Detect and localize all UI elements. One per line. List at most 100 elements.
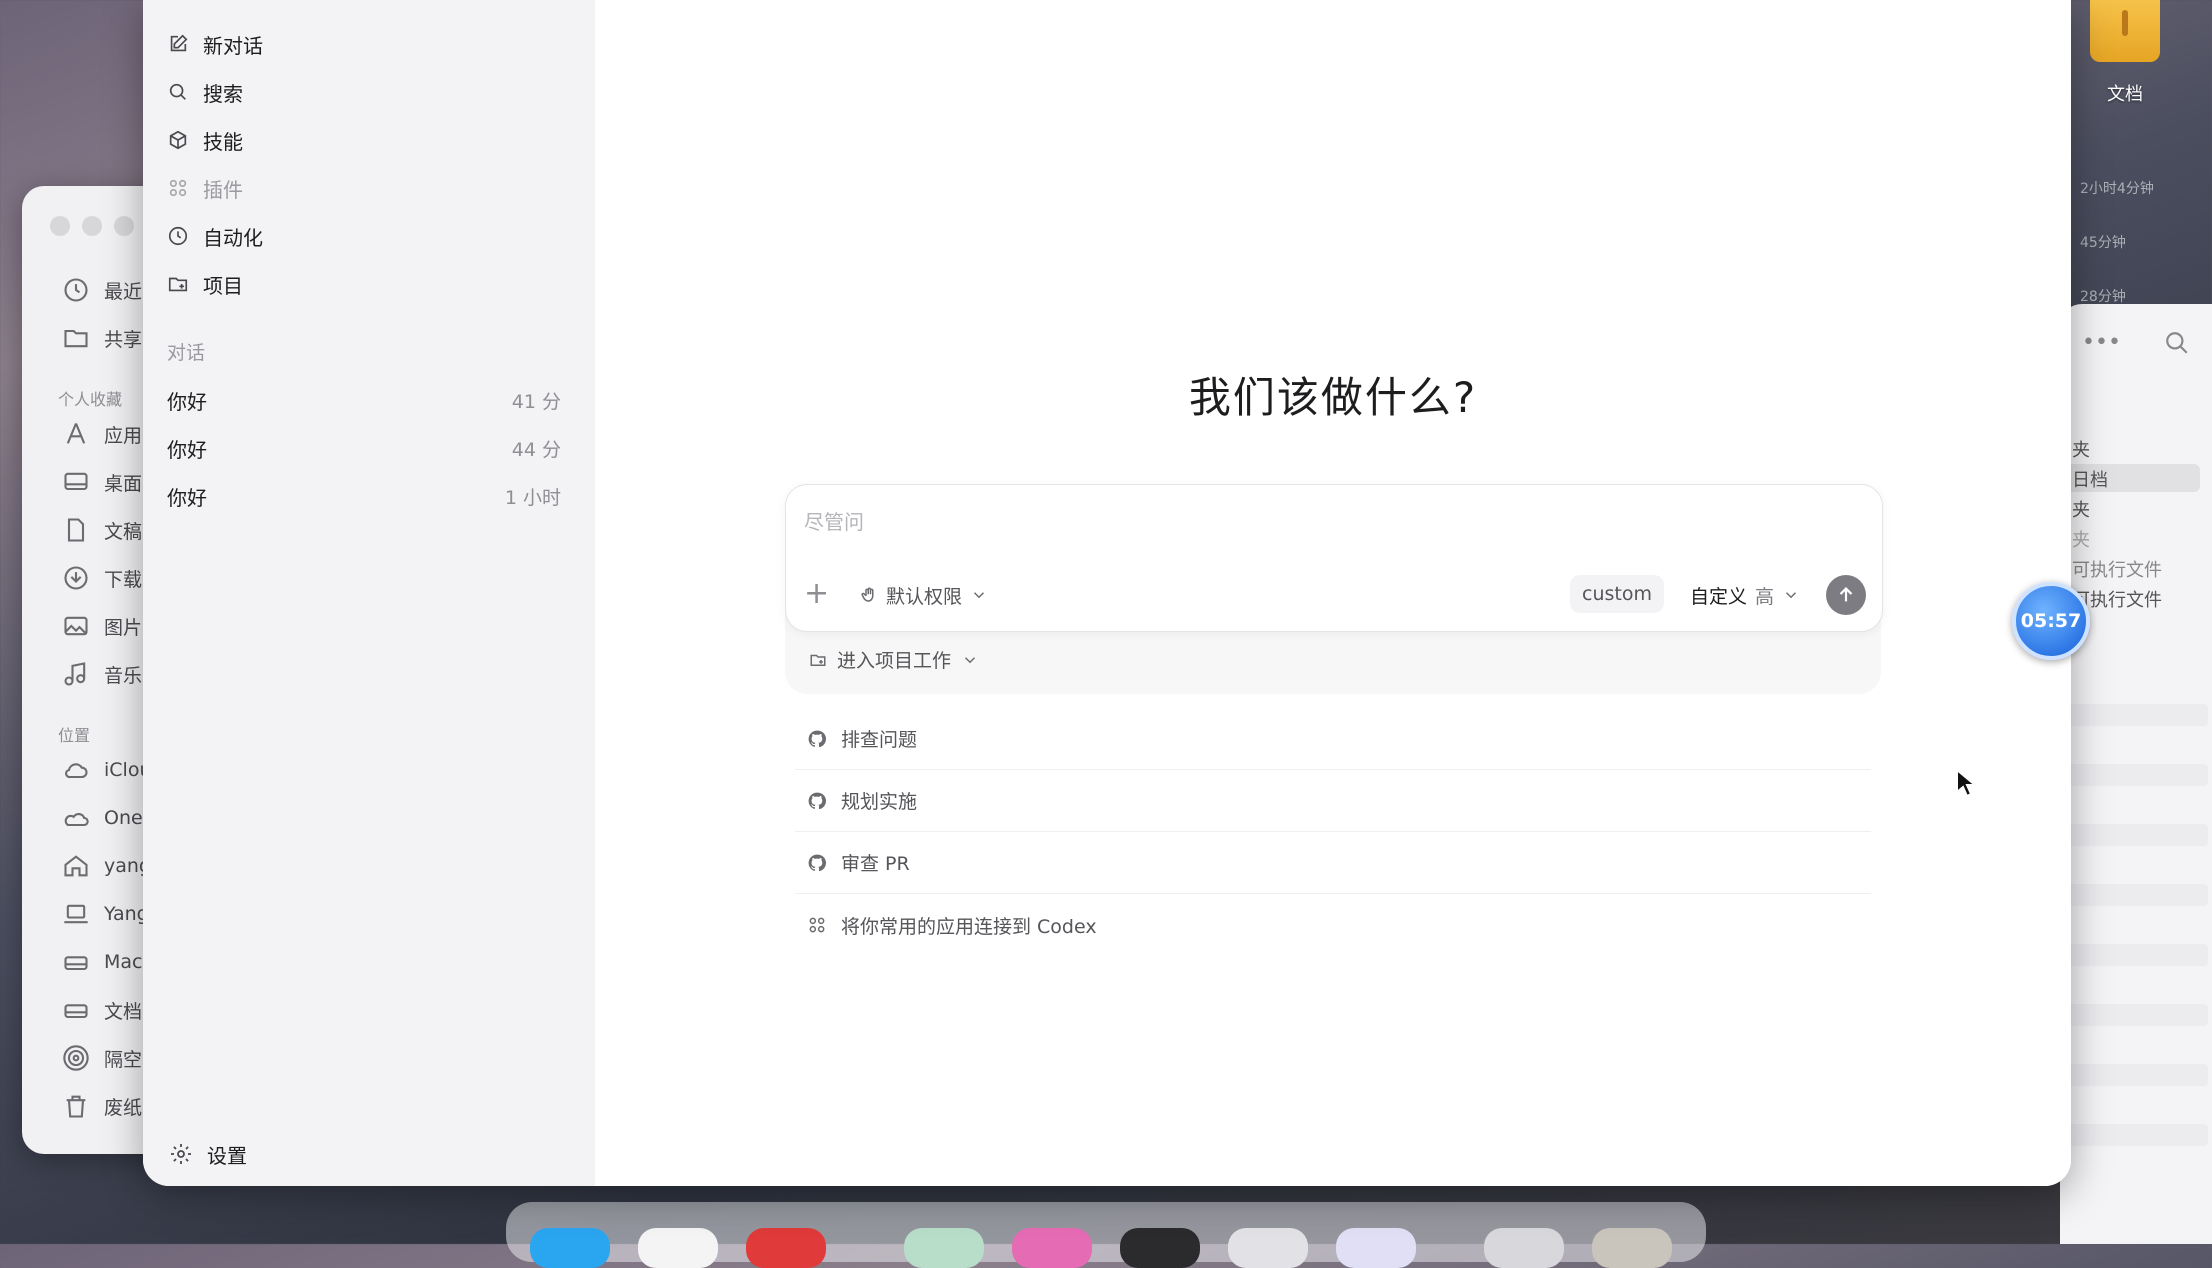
file-row[interactable]: 夹	[2072, 436, 2090, 462]
more-icon[interactable]: •••	[2082, 330, 2121, 355]
finder-item-downloads[interactable]: 下载	[60, 558, 142, 598]
finder-item-documents[interactable]: 文稿	[60, 510, 142, 550]
permission-label: 默认权限	[886, 585, 963, 608]
dock-app[interactable]	[1012, 1228, 1092, 1268]
settings-button[interactable]: 设置	[169, 1134, 247, 1174]
sidebar-item-label: 插件	[203, 177, 243, 202]
dock-app[interactable]	[1228, 1228, 1308, 1268]
sidebar-item-search[interactable]: 搜索	[167, 72, 243, 112]
minimize-button[interactable]	[82, 216, 102, 236]
new-chat-icon	[170, 34, 188, 52]
sidebar-item-label: 新对话	[203, 33, 263, 58]
reasoning-effort-selector[interactable]: 自定义 高	[1690, 579, 1800, 611]
file-row[interactable]: 夹	[2072, 496, 2090, 522]
sidebar-item-new-chat[interactable]: 新对话	[167, 24, 263, 64]
dock-app-finder[interactable]	[530, 1228, 610, 1268]
page-title: 我们该做什么?	[1188, 373, 1478, 422]
finder-item-apps[interactable]: 应用	[60, 414, 142, 454]
suggestion-label: 规划实施	[841, 791, 918, 813]
file-row[interactable]: 夹	[2072, 526, 2090, 552]
conversation-item[interactable]: 你好 1 小时	[157, 474, 575, 518]
attach-button[interactable]: +	[804, 579, 829, 609]
file-row[interactable]: 可执行文件	[2072, 556, 2162, 582]
github-icon	[808, 854, 827, 871]
list-stripe	[2068, 764, 2208, 786]
finder-item-recent[interactable]: 最近	[60, 270, 142, 310]
shared-folder-icon	[60, 322, 92, 354]
sidebar-item-plugins[interactable]: 插件	[167, 168, 243, 208]
finder-item-airdrop[interactable]: 隔空	[60, 1038, 142, 1078]
folder-icon	[2090, 0, 2160, 62]
model-selector[interactable]: custom	[1570, 575, 1664, 613]
finder-item-music[interactable]: 音乐	[60, 654, 142, 694]
dock-app[interactable]	[1592, 1228, 1672, 1268]
finder-item-computer[interactable]: Yang	[60, 894, 149, 934]
sidebar-item-label: 项目	[203, 273, 243, 298]
recording-timer[interactable]: 05:57	[2012, 582, 2090, 660]
dock-app[interactable]	[1484, 1228, 1564, 1268]
dock-app[interactable]	[1336, 1228, 1416, 1268]
finder-item-pictures[interactable]: 图片	[60, 606, 142, 646]
finder-item-label: One	[104, 807, 143, 829]
suggestion-item[interactable]: 将你常用的应用连接到 Codex	[795, 894, 1871, 956]
conversation-title: 你好	[167, 485, 207, 510]
permission-selector[interactable]: 默认权限	[860, 579, 988, 611]
finder-item-label: 文稿	[104, 520, 143, 543]
desktop-time-label: 2小时4分钟	[2080, 181, 2154, 197]
sidebar-item-skills[interactable]: 技能	[167, 120, 243, 160]
finder-item-shared[interactable]: 共享	[60, 318, 142, 358]
plus-icon: +	[804, 576, 830, 611]
finder-item-label: 最近	[104, 280, 143, 303]
suggestion-item[interactable]: 审查 PR	[795, 832, 1871, 894]
suggestion-item[interactable]: 规划实施	[795, 770, 1871, 832]
hand-icon	[861, 587, 874, 602]
skills-icon	[169, 130, 187, 150]
finder-item-icloud[interactable]: iClou	[60, 750, 152, 790]
file-row[interactable]: 日档	[2072, 466, 2108, 492]
project-icon	[810, 654, 826, 666]
send-button[interactable]	[1826, 575, 1866, 615]
list-stripe	[2068, 1064, 2208, 1086]
prompt-input[interactable]	[802, 503, 1866, 541]
finder-item-label: 废纸	[104, 1096, 143, 1119]
github-icon	[808, 792, 827, 809]
dock-app[interactable]	[746, 1228, 826, 1268]
finder-item-mac-disk[interactable]: Mac	[60, 942, 142, 982]
sidebar-item-automation[interactable]: 自动化	[167, 216, 263, 256]
conversation-item[interactable]: 你好 41 分	[157, 378, 575, 422]
dock-app[interactable]	[1120, 1228, 1200, 1268]
dock-app[interactable]	[904, 1228, 984, 1268]
download-icon	[60, 562, 92, 594]
desktop-document-folder[interactable]: 文档	[2082, 0, 2168, 110]
main-panel: 我们该做什么? 进入项目工作 + 默认权限 custom 自定义 高	[595, 0, 2071, 1186]
chevron-down-icon	[973, 592, 985, 599]
document-icon	[60, 514, 92, 546]
project-selector-label: 进入项目工作	[837, 650, 952, 672]
finder-item-label: 音乐	[104, 664, 143, 687]
suggestion-item[interactable]: 排查问题	[795, 708, 1871, 770]
search-icon	[169, 83, 186, 100]
finder-section-locations: 位置	[58, 726, 91, 745]
zoom-button[interactable]	[114, 216, 134, 236]
automation-icon	[168, 226, 188, 246]
laptop-icon	[60, 898, 92, 930]
model-label: custom	[1582, 583, 1652, 605]
suggestion-label: 将你常用的应用连接到 Codex	[841, 915, 1097, 938]
list-stripe	[2068, 944, 2208, 966]
finder-item-desktop[interactable]: 桌面	[60, 462, 142, 502]
apps-grid-icon	[809, 917, 825, 933]
suggestion-label: 审查 PR	[841, 853, 910, 875]
clock-icon	[60, 274, 92, 306]
conversation-title: 你好	[167, 437, 207, 462]
finder-item-trash[interactable]: 废纸	[60, 1086, 142, 1126]
finder-item-onedrive[interactable]: One	[60, 798, 143, 838]
search-icon[interactable]	[2164, 330, 2190, 362]
project-selector[interactable]: 进入项目工作	[809, 646, 979, 673]
close-button[interactable]	[50, 216, 70, 236]
dock-app[interactable]	[638, 1228, 718, 1268]
finder-item-home[interactable]: yang	[60, 846, 151, 886]
finder-item-label: 共享	[104, 328, 143, 351]
conversation-item[interactable]: 你好 44 分	[157, 426, 575, 470]
sidebar-item-projects[interactable]: 项目	[167, 264, 243, 304]
finder-item-docs-disk[interactable]: 文档	[60, 990, 142, 1030]
